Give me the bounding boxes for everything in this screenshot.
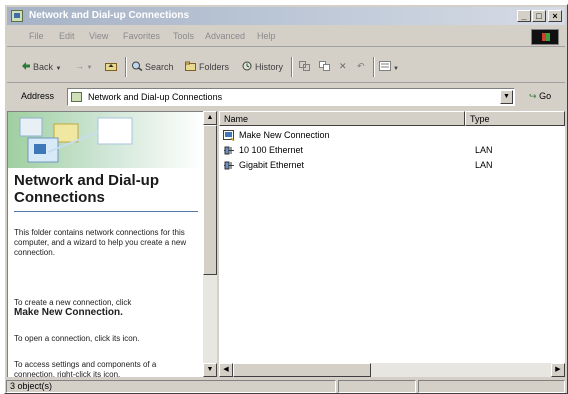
- history-button[interactable]: History: [241, 61, 283, 72]
- back-arrow-icon: [21, 61, 31, 71]
- history-icon: [241, 61, 253, 71]
- views-button[interactable]: ▼: [379, 61, 399, 72]
- status-pane: [338, 380, 416, 393]
- up-folder-icon: [105, 61, 117, 71]
- history-label: History: [255, 62, 284, 72]
- views-icon: [379, 61, 391, 71]
- back-button[interactable]: Back ▼: [21, 61, 61, 72]
- toolbar-separator: [125, 57, 127, 77]
- web-view-panel: Network and Dial-up Connections This fol…: [7, 111, 203, 377]
- up-folder-button[interactable]: [105, 61, 119, 72]
- open-connection-hint: To open a connection, click its icon.: [14, 334, 140, 343]
- lan-connection-icon: [223, 145, 235, 156]
- address-input[interactable]: Network and Dial-up Connections ▼: [67, 88, 515, 106]
- search-icon: [131, 61, 143, 72]
- create-connection-hint: To create a new connection, click Make N…: [14, 298, 198, 318]
- go-arrow-icon: ↪: [529, 91, 537, 101]
- connection-name: 10 100 Ethernet: [239, 145, 304, 155]
- status-bar: 3 object(s): [5, 379, 567, 393]
- menu-view[interactable]: View: [89, 31, 108, 41]
- status-zone-pane: [418, 380, 565, 393]
- chevron-down-icon: ▼: [86, 65, 93, 71]
- panel-description: This folder contains network connections…: [14, 228, 187, 257]
- folders-label: Folders: [199, 62, 230, 72]
- minimize-button[interactable]: _: [517, 10, 531, 22]
- column-header-name[interactable]: Name: [219, 111, 465, 126]
- search-label: Search: [145, 62, 174, 72]
- scroll-up-button[interactable]: ▲: [203, 111, 217, 125]
- forward-button[interactable]: → ▼: [75, 61, 92, 71]
- web-view-scrollbar[interactable]: ▲ ▼: [203, 111, 217, 377]
- status-object-count: 3 object(s): [6, 380, 336, 393]
- folders-button[interactable]: Folders: [185, 61, 229, 72]
- column-header-type[interactable]: Type: [465, 111, 565, 126]
- copy-to-button[interactable]: [319, 61, 333, 72]
- menu-favorites[interactable]: Favorites: [123, 31, 160, 41]
- undo-icon[interactable]: ↶: [357, 61, 365, 72]
- standard-toolbar: Back ▼ → ▼ Search Folders History ✕ ↶ ▼: [7, 49, 565, 83]
- toolbar-separator: [291, 57, 293, 77]
- go-label: Go: [539, 91, 552, 101]
- make-new-connection-link[interactable]: Make New Connection.: [14, 307, 123, 318]
- address-dropdown-button[interactable]: ▼: [500, 90, 513, 104]
- close-button[interactable]: ×: [548, 10, 562, 22]
- connections-list: Name Type Make New Connection 10 100 Eth…: [219, 111, 565, 377]
- move-to-icon: [299, 61, 311, 71]
- connection-name: Make New Connection: [239, 130, 330, 140]
- title-divider: [14, 211, 198, 212]
- menu-advanced[interactable]: Advanced: [205, 31, 245, 41]
- address-value: Network and Dial-up Connections: [88, 92, 223, 102]
- forward-arrow: →: [75, 61, 84, 71]
- menu-bar: File Edit View Favorites Tools Advanced …: [7, 27, 565, 47]
- network-folder-icon: [71, 92, 82, 102]
- address-label: Address: [21, 91, 55, 101]
- chevron-down-icon: ▼: [55, 66, 62, 72]
- network-folder-icon: [11, 10, 23, 22]
- delete-icon[interactable]: ✕: [339, 61, 347, 72]
- list-item[interactable]: 10 100 Ethernet LAN: [223, 144, 563, 158]
- menu-edit[interactable]: Edit: [59, 31, 75, 41]
- list-horizontal-scrollbar[interactable]: ◀ ▶: [219, 363, 565, 377]
- access-settings-hint: To access settings and components of a c…: [14, 360, 157, 377]
- explorer-window: Network and Dial-up Connections _ □ × Fi…: [4, 4, 568, 394]
- back-label: Back: [33, 62, 54, 72]
- list-item[interactable]: Gigabit Ethernet LAN: [223, 159, 563, 173]
- scroll-right-button[interactable]: ▶: [551, 363, 565, 377]
- search-button[interactable]: Search: [131, 61, 174, 72]
- address-bar: Address Network and Dial-up Connections …: [7, 85, 565, 109]
- chevron-down-icon: ▼: [393, 66, 399, 72]
- panel-title: Network and Dial-up Connections: [14, 172, 160, 206]
- scroll-left-button[interactable]: ◀: [219, 363, 233, 377]
- move-to-button[interactable]: [299, 61, 313, 72]
- network-banner-graphic: [8, 112, 203, 168]
- scroll-down-button[interactable]: ▼: [203, 363, 217, 377]
- copy-to-icon: [319, 61, 331, 71]
- create-intro-text: To create a new connection, click: [14, 298, 132, 307]
- title-bar[interactable]: Network and Dial-up Connections _ □ ×: [7, 7, 565, 25]
- windows-logo-icon: [531, 29, 559, 45]
- connection-name: Gigabit Ethernet: [239, 160, 305, 170]
- go-button[interactable]: ↪ Go: [529, 91, 551, 102]
- maximize-button[interactable]: □: [532, 10, 546, 22]
- folders-icon: [185, 61, 197, 71]
- lan-connection-icon: [223, 160, 235, 171]
- scroll-thumb[interactable]: [233, 363, 371, 377]
- scroll-thumb[interactable]: [203, 125, 217, 275]
- toolbar-separator: [373, 57, 375, 77]
- wizard-icon: [223, 130, 235, 142]
- list-item[interactable]: Make New Connection: [223, 129, 563, 143]
- menu-tools[interactable]: Tools: [173, 31, 194, 41]
- connection-type: LAN: [475, 160, 493, 170]
- connection-type: LAN: [475, 145, 493, 155]
- menu-file[interactable]: File: [29, 31, 44, 41]
- window-title: Network and Dial-up Connections: [29, 10, 190, 21]
- menu-help[interactable]: Help: [257, 31, 276, 41]
